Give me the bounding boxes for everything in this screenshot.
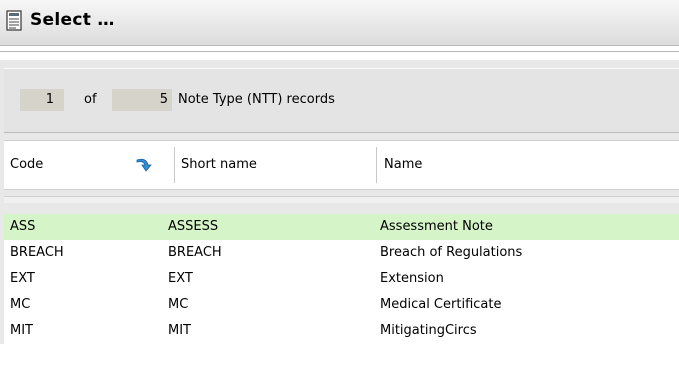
- table-row[interactable]: BREACH BREACH Breach of Regulations: [4, 240, 679, 266]
- table-row[interactable]: MIT MIT MitigatingCircs: [4, 318, 679, 344]
- title-separator: [0, 51, 679, 52]
- document-icon: [6, 10, 22, 31]
- record-counter-bar: 1 of 5 Note Type (NTT) records: [4, 68, 679, 133]
- cell-name: Assessment Note: [380, 219, 493, 234]
- cell-short-name: EXT: [168, 271, 193, 286]
- cell-code: BREACH: [10, 245, 64, 260]
- total-records-value: 5: [159, 92, 168, 107]
- window-title: Select …: [30, 10, 115, 30]
- cell-short-name: MIT: [168, 323, 191, 338]
- window-titlebar: Select …: [0, 0, 679, 46]
- table-row[interactable]: MC MC Medical Certificate: [4, 292, 679, 318]
- of-label: of: [84, 92, 97, 107]
- column-divider[interactable]: [174, 147, 175, 183]
- cell-short-name: ASSESS: [168, 219, 219, 234]
- sort-arrow-icon[interactable]: [134, 156, 154, 174]
- current-record-value: 1: [45, 92, 54, 107]
- total-records-field: 5: [112, 89, 172, 111]
- cell-name: Extension: [380, 271, 444, 286]
- column-divider[interactable]: [376, 147, 377, 183]
- cell-name: Medical Certificate: [380, 297, 502, 312]
- table-row[interactable]: ASS ASSESS Assessment Note: [4, 214, 679, 240]
- cell-code: ASS: [10, 219, 36, 234]
- grid-spacer: [4, 196, 679, 203]
- column-header-short-name[interactable]: Short name: [181, 141, 257, 189]
- current-record-field[interactable]: 1: [20, 89, 64, 111]
- cell-name: Breach of Regulations: [380, 245, 523, 260]
- cell-short-name: BREACH: [168, 245, 222, 260]
- column-header-name[interactable]: Name: [384, 141, 422, 189]
- cell-short-name: MC: [168, 297, 189, 312]
- table-header: Code Short name Name: [4, 140, 679, 190]
- cell-name: MitigatingCircs: [380, 323, 477, 338]
- records-label: Note Type (NTT) records: [178, 92, 335, 107]
- cell-code: EXT: [10, 271, 35, 286]
- table-body: ASS ASSESS Assessment Note BREACH BREACH…: [4, 214, 679, 344]
- table-row[interactable]: EXT EXT Extension: [4, 266, 679, 292]
- table-footer-space: [4, 344, 679, 380]
- column-header-code[interactable]: Code: [10, 141, 43, 189]
- cell-code: MC: [10, 297, 31, 312]
- cell-code: MIT: [10, 323, 33, 338]
